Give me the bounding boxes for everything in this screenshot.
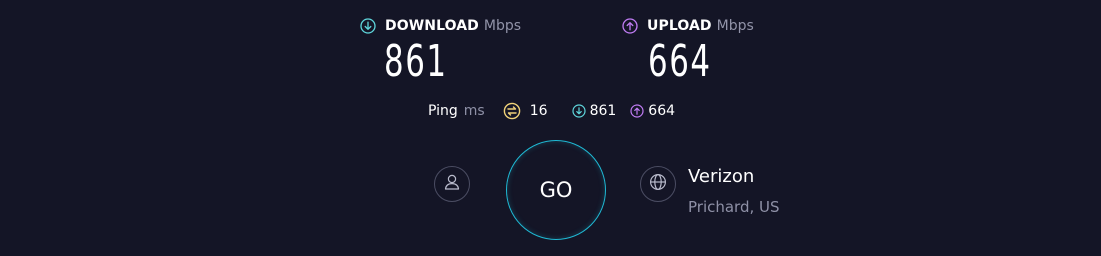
go-button[interactable]: GO bbox=[506, 140, 606, 240]
ping-row: Ping ms 16 861 664 bbox=[428, 101, 675, 121]
arrow-down-circle-icon bbox=[360, 18, 376, 34]
upload-unit: Mbps bbox=[716, 18, 754, 34]
ping-value: 16 bbox=[529, 103, 548, 119]
provider-name[interactable]: Verizon bbox=[688, 166, 754, 187]
upload-result: UPLOAD Mbps 664 bbox=[622, 16, 754, 84]
ping-download-value: 861 bbox=[589, 103, 617, 119]
arrow-up-circle-icon bbox=[622, 18, 638, 34]
upload-header: UPLOAD Mbps bbox=[622, 16, 754, 36]
upload-value: 664 bbox=[648, 36, 712, 87]
user-icon bbox=[443, 173, 461, 195]
download-value: 861 bbox=[384, 36, 448, 87]
user-button[interactable] bbox=[434, 166, 470, 202]
speedtest-panel: DOWNLOAD Mbps 861 UPLOAD Mbps 664 Ping m… bbox=[0, 0, 1101, 256]
download-title: DOWNLOAD bbox=[385, 18, 479, 34]
server-location: Prichard, US bbox=[688, 198, 780, 216]
go-label: GO bbox=[539, 178, 573, 202]
change-server-button[interactable] bbox=[640, 166, 676, 202]
upload-title: UPLOAD bbox=[647, 18, 712, 34]
download-mini-icon bbox=[571, 104, 586, 118]
download-header: DOWNLOAD Mbps bbox=[360, 16, 521, 36]
download-result: DOWNLOAD Mbps 861 bbox=[360, 16, 521, 84]
ping-upload-value: 664 bbox=[648, 103, 676, 119]
download-unit: Mbps bbox=[483, 18, 522, 34]
ping-icon bbox=[503, 102, 521, 120]
globe-icon bbox=[649, 173, 667, 195]
upload-mini-icon bbox=[630, 104, 644, 118]
ping-label: Ping bbox=[428, 103, 458, 119]
ping-unit: ms bbox=[463, 103, 485, 119]
